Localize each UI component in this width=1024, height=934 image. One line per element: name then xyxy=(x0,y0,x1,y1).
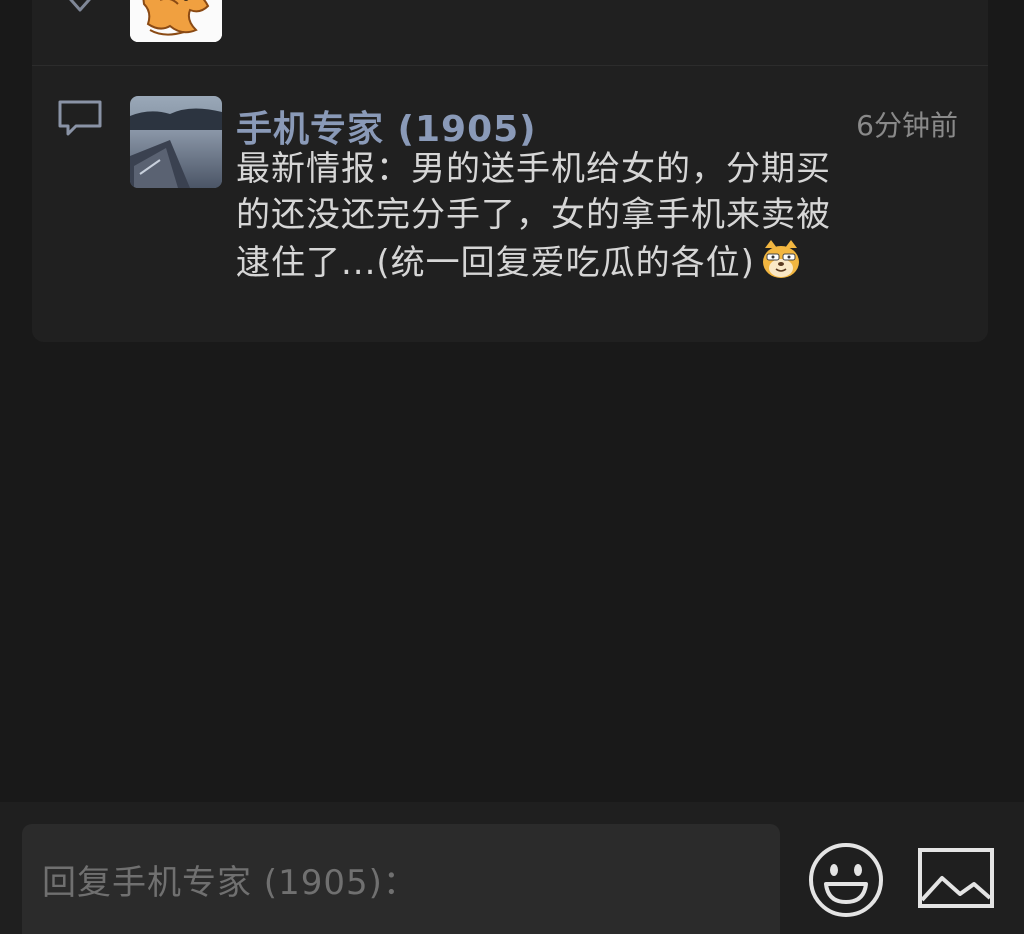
doge-emoji-icon xyxy=(762,240,799,278)
smiley-face-icon xyxy=(809,843,883,917)
likes-row xyxy=(32,0,988,66)
comment-page: 手机专家 (1905) 6分钟前 最新情报：男的送手机给女的，分期买 的还没还完… xyxy=(0,0,1024,934)
comment-text-line: 逮住了...(统一回复爱吃瓜的各位) xyxy=(236,238,946,286)
image-picture-icon xyxy=(918,848,994,908)
commenter-avatar[interactable] xyxy=(130,96,222,188)
comment-text-line: 的还没还完分手了，女的拿手机来卖被 xyxy=(236,195,831,235)
photo-avatar-icon xyxy=(130,96,222,188)
comments-card: 手机专家 (1905) 6分钟前 最新情报：男的送手机给女的，分期买 的还没还完… xyxy=(32,0,988,342)
image-button[interactable] xyxy=(916,846,996,910)
comment-text-line: 最新情报：男的送手机给女的，分期买 xyxy=(236,149,831,189)
heart-outline-icon xyxy=(69,0,91,12)
commenter-name[interactable]: 手机专家 (1905) xyxy=(236,100,537,152)
comment-text: 最新情报：男的送手机给女的，分期买 的还没还完分手了，女的拿手机来卖被 逮住了.… xyxy=(236,146,946,286)
liker-avatar[interactable] xyxy=(130,0,222,42)
comment-text-segment: 逮住了...(统一回复爱吃瓜的各位) xyxy=(236,243,755,283)
reply-input[interactable]: 回复手机专家 (1905)： xyxy=(22,824,780,934)
cartoon-avatar-icon xyxy=(130,0,222,42)
comment-timestamp: 6分钟前 xyxy=(856,109,958,142)
reply-bar: 回复手机专家 (1905)： xyxy=(0,802,1024,934)
reply-placeholder: 回复手机专家 (1905)： xyxy=(42,862,418,903)
speech-bubble-icon xyxy=(58,100,102,136)
emoji-button[interactable] xyxy=(806,840,886,920)
comment-item[interactable]: 手机专家 (1905) 6分钟前 最新情报：男的送手机给女的，分期买 的还没还完… xyxy=(32,66,988,342)
